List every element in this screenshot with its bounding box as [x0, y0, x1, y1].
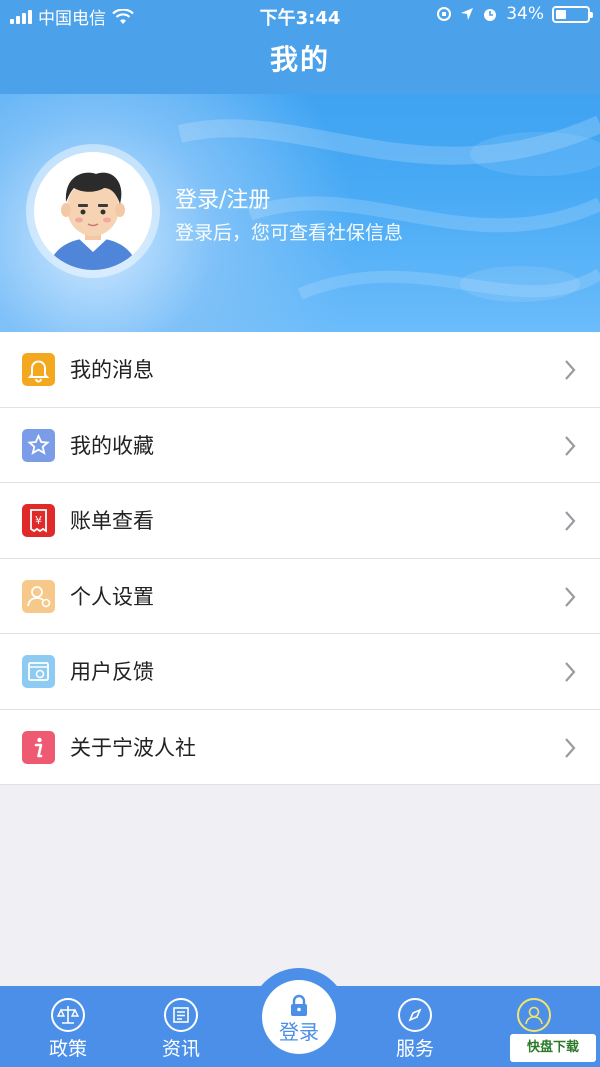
tab-label: 服务 — [395, 1038, 434, 1060]
profile-header[interactable]: 登录/注册 登录后，您可查看社保信息 — [0, 94, 600, 332]
chevron-right-icon — [565, 662, 576, 682]
menu-item-feedback[interactable]: 用户反馈 — [0, 634, 600, 710]
tab-label: 资讯 — [161, 1038, 200, 1060]
battery-icon — [552, 5, 593, 23]
chevron-right-icon — [565, 435, 576, 456]
tab-label: 政策 — [48, 1038, 87, 1060]
chevron-right-icon — [565, 586, 576, 607]
tab-news[interactable]: 资讯 — [131, 986, 231, 1067]
tab-label: 登录 — [279, 1020, 319, 1044]
bell-icon — [22, 353, 55, 386]
status-bar: 中国电信 下午3:44 34% — [0, 0, 600, 30]
login-register-link[interactable]: 登录/注册 — [175, 182, 270, 214]
page-title: 我的 — [0, 30, 600, 94]
menu-item-messages[interactable]: 我的消息 — [0, 332, 600, 408]
info-icon — [22, 730, 55, 764]
tab-policy[interactable]: 政策 — [18, 986, 118, 1067]
menu-item-about[interactable]: 关于宁波人社 — [0, 710, 600, 785]
avatar[interactable] — [26, 144, 160, 278]
menu-item-label: 账单查看 — [70, 509, 154, 534]
menu-item-favorites[interactable]: 我的收藏 — [0, 408, 600, 483]
menu-item-label: 个人设置 — [70, 584, 154, 609]
tab-login[interactable]: 登录 — [250, 968, 348, 1066]
news-icon — [164, 998, 198, 1032]
chevron-right-icon — [565, 360, 576, 380]
chevron-right-icon — [565, 737, 576, 758]
rotation-lock-icon — [437, 7, 452, 21]
svg-text:¥: ¥ — [35, 514, 42, 527]
menu-item-bills[interactable]: ¥ 账单查看 — [0, 483, 600, 559]
menu-item-label: 我的收藏 — [70, 433, 154, 458]
menu-item-label: 我的消息 — [70, 358, 154, 383]
person-settings-icon — [22, 579, 55, 613]
star-icon — [22, 428, 55, 462]
watermark-logo: 快盘下载 — [510, 1034, 596, 1062]
menu-item-label: 关于宁波人社 — [70, 735, 196, 760]
tab-service[interactable]: 服务 — [365, 986, 465, 1067]
menu-list: 我的消息 我的收藏 ¥ 账单查看 个人设置 用户反馈 关于宁波人社 — [0, 332, 600, 785]
user-icon — [517, 998, 551, 1032]
lock-icon — [291, 994, 307, 1016]
alarm-icon — [484, 9, 497, 21]
chevron-right-icon — [565, 511, 576, 531]
compass-icon — [398, 998, 432, 1032]
scale-icon — [51, 998, 85, 1032]
feedback-icon — [22, 655, 55, 688]
location-icon — [461, 8, 474, 20]
avatar-boy-icon — [48, 172, 138, 270]
menu-item-label: 用户反馈 — [70, 660, 154, 685]
login-hint: 登录后，您可查看社保信息 — [175, 222, 404, 244]
yuan-bill-icon: ¥ — [22, 504, 55, 537]
menu-item-settings[interactable]: 个人设置 — [0, 559, 600, 634]
battery-percent: 34% — [506, 4, 544, 24]
